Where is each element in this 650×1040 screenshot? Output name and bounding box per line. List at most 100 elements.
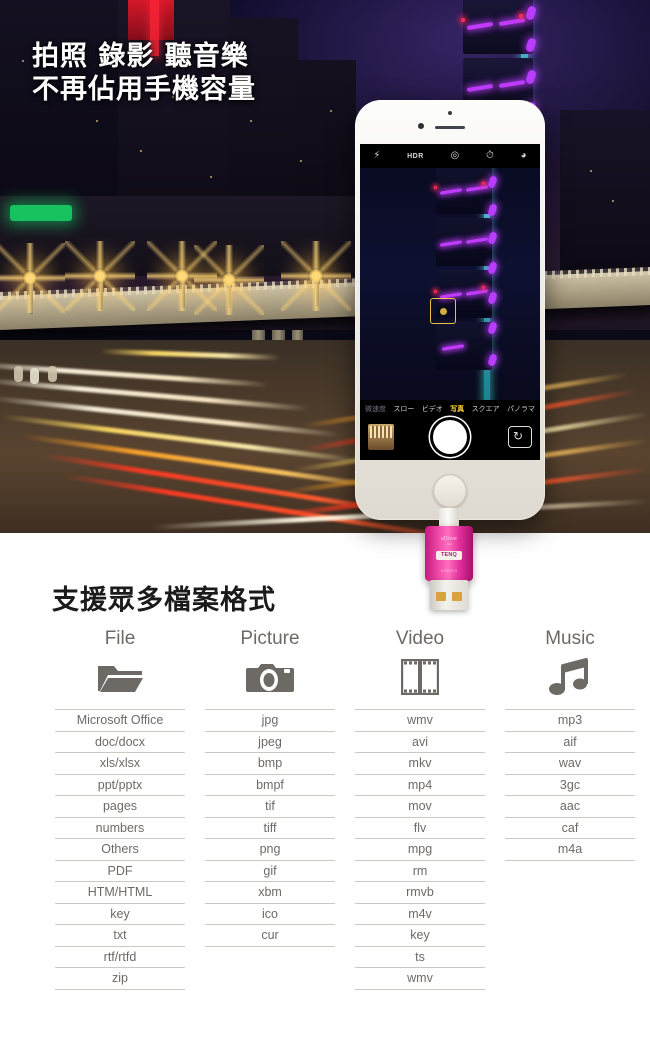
usb-drive-body: uDrive mini TENQ USB3.0 [425, 526, 473, 581]
flash-off-icon[interactable]: ⚡ [373, 151, 380, 161]
hero-headline-line-2: 不再佔用手機容量 [32, 74, 256, 106]
format-item: pages [55, 796, 185, 818]
format-item: xls/xlsx [55, 753, 185, 775]
format-item: gif [205, 861, 335, 882]
format-column-music: Music mp3 aif wav 3gc aac caf m4a [495, 628, 645, 990]
proximity-sensor-icon [418, 123, 424, 129]
earpiece-speaker [435, 126, 465, 129]
format-item: PDF [55, 861, 185, 882]
format-item: bmpf [205, 775, 335, 796]
format-list-video: wmv avi mkv mp4 mov flv mpg rm rmvb m4v … [355, 709, 485, 990]
camera-toolbar: ⚡ HDR ◎ ⏱ ◕ [360, 144, 540, 168]
format-item: rtf/rtfd [55, 947, 185, 968]
format-item: mp3 [505, 709, 635, 732]
format-item: txt [55, 925, 185, 947]
format-item: aif [505, 732, 635, 753]
format-item: tiff [205, 818, 335, 839]
format-item: png [205, 839, 335, 861]
camera-mode-photo[interactable]: 写真 [450, 404, 464, 414]
format-column-picture: Picture jpg jpeg bmp bmpf tif tiff png g… [195, 628, 345, 990]
flip-camera-icon[interactable] [508, 426, 532, 448]
photo-library-thumbnail[interactable] [368, 424, 394, 450]
formats-section-title: 支援眾多檔案格式 [52, 585, 276, 617]
iphone-device: ⚡ HDR ◎ ⏱ ◕ 微速度 スロー ビデオ 写真 スクエア パノラマ ↻ [355, 100, 545, 520]
live-photo-off-icon[interactable]: ◎ [451, 151, 460, 161]
format-item: jpg [205, 709, 335, 732]
format-column-header: File [104, 628, 136, 649]
timer-icon[interactable]: ⏱ [486, 151, 494, 161]
hdr-icon[interactable]: HDR [407, 153, 424, 160]
format-column-file: File Microsoft Office doc/docx xls/xlsx … [45, 628, 195, 990]
shutter-button[interactable] [433, 420, 467, 454]
format-item: jpeg [205, 732, 335, 753]
format-item: mkv [355, 753, 485, 775]
format-item: caf [505, 818, 635, 839]
usb-flash-drive: uDrive mini TENQ USB3.0 [425, 508, 473, 610]
format-item: ico [205, 904, 335, 925]
focus-exposure-reticle[interactable] [430, 298, 456, 324]
format-item: numbers [55, 818, 185, 839]
usb-badge-label: TENQ [436, 551, 462, 560]
format-item: bmp [205, 753, 335, 775]
format-item: key [55, 904, 185, 925]
usb-brand-sublabel: mini [446, 542, 452, 546]
format-item: wmv [355, 709, 485, 732]
format-item: mov [355, 796, 485, 818]
camera-mode-slomo[interactable]: スロー [393, 404, 414, 414]
format-item: m4v [355, 904, 485, 925]
viewfinder-tower-subject [432, 168, 502, 400]
format-item: key [355, 925, 485, 947]
camera-viewfinder[interactable] [360, 168, 540, 400]
usb-spec-label: USB3.0 [440, 568, 458, 573]
hero-headline-line-1: 拍照 錄影 聽音樂 [32, 41, 249, 73]
format-item: Others [55, 839, 185, 861]
camera-icon [246, 657, 294, 697]
front-camera-icon [448, 111, 452, 115]
building-silhouette [560, 110, 650, 280]
format-item: xbm [205, 882, 335, 904]
format-list-music: mp3 aif wav 3gc aac caf m4a [505, 709, 635, 861]
format-column-video: Video wmv avi mkv mp4 mov flv mpg rm rmv… [345, 628, 495, 990]
format-item: wmv [355, 968, 485, 990]
product-page: 拍照 錄影 聽音樂 不再佔用手機容量 ⚡ HDR ◎ ⏱ ◕ 微速度 スロー ビ… [0, 0, 650, 1040]
format-list-file: Microsoft Office doc/docx xls/xlsx ppt/p… [55, 709, 185, 990]
home-button[interactable] [433, 474, 467, 508]
format-item: rmvb [355, 882, 485, 904]
format-item: zip [55, 968, 185, 990]
folder-icon [97, 657, 143, 697]
camera-mode-square[interactable]: スクエア [472, 404, 500, 414]
format-column-header: Picture [240, 628, 300, 649]
format-item: wav [505, 753, 635, 775]
film-icon [401, 657, 439, 697]
music-note-icon [548, 657, 592, 697]
format-item: aac [505, 796, 635, 818]
camera-controls: 微速度 スロー ビデオ 写真 スクエア パノラマ [360, 400, 540, 460]
hero-photo: 拍照 錄影 聽音樂 不再佔用手機容量 [0, 0, 650, 533]
format-item: 3gc [505, 775, 635, 796]
format-item: doc/docx [55, 732, 185, 753]
camera-mode-timelapse[interactable]: 微速度 [365, 404, 386, 414]
format-item: ppt/pptx [55, 775, 185, 796]
filters-icon[interactable]: ◕ [521, 151, 527, 161]
camera-mode-pano[interactable]: パノラマ [507, 404, 535, 414]
green-neon-sign [10, 205, 72, 221]
format-item: flv [355, 818, 485, 839]
format-item: tif [205, 796, 335, 818]
format-column-header: Music [545, 628, 595, 649]
format-item: avi [355, 732, 485, 753]
format-item: mp4 [355, 775, 485, 796]
format-item: mpg [355, 839, 485, 861]
hero-headline: 拍照 錄影 聽音樂 不再佔用手機容量 [32, 40, 256, 106]
format-item: rm [355, 861, 485, 882]
camera-mode-selector[interactable]: 微速度 スロー ビデオ 写真 スクエア パノラマ [360, 402, 540, 416]
formats-table: File Microsoft Office doc/docx xls/xlsx … [45, 628, 645, 990]
format-list-picture: jpg jpeg bmp bmpf tif tiff png gif xbm i… [205, 709, 335, 947]
format-item: cur [205, 925, 335, 947]
phone-screen: ⚡ HDR ◎ ⏱ ◕ 微速度 スロー ビデオ 写真 スクエア パノラマ ↻ [360, 144, 540, 460]
usb-a-connector [430, 580, 468, 610]
camera-mode-video[interactable]: ビデオ [422, 404, 443, 414]
format-item: ts [355, 947, 485, 968]
format-item: m4a [505, 839, 635, 861]
format-item: Microsoft Office [55, 709, 185, 732]
format-item: HTM/HTML [55, 882, 185, 904]
